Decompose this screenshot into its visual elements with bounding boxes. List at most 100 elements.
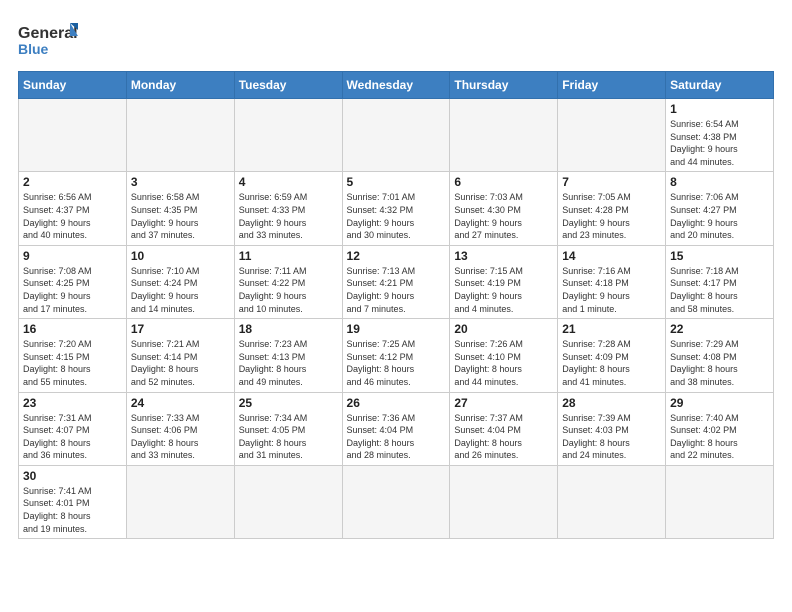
weekday-header-row: Sunday Monday Tuesday Wednesday Thursday… bbox=[19, 72, 774, 99]
calendar-day bbox=[234, 99, 342, 172]
day-info: Sunrise: 7:11 AM Sunset: 4:22 PM Dayligh… bbox=[239, 265, 338, 315]
calendar-day: 29 Sunrise: 7:40 AM Sunset: 4:02 PM Dayli… bbox=[666, 392, 774, 465]
calendar-day: 20 Sunrise: 7:26 AM Sunset: 4:10 PM Dayli… bbox=[450, 319, 558, 392]
day-number: 16 bbox=[23, 322, 122, 336]
day-number: 23 bbox=[23, 396, 122, 410]
day-info: Sunrise: 7:01 AM Sunset: 4:32 PM Dayligh… bbox=[347, 191, 446, 241]
calendar-day: 17Sunrise: 7:21 AM Sunset: 4:14 PM Dayli… bbox=[126, 319, 234, 392]
calendar-day: 12 Sunrise: 7:13 AM Sunset: 4:21 PM Dayli… bbox=[342, 245, 450, 318]
day-info: Sunrise: 7:26 AM Sunset: 4:10 PM Dayligh… bbox=[454, 338, 553, 388]
calendar-day: 10 Sunrise: 7:10 AM Sunset: 4:24 PM Dayli… bbox=[126, 245, 234, 318]
calendar-day bbox=[19, 99, 127, 172]
calendar-day: 2Sunrise: 6:56 AM Sunset: 4:37 PM Daylig… bbox=[19, 172, 127, 245]
page: General Blue Sunday Monday Tuesday Wedne… bbox=[0, 0, 792, 612]
day-number: 10 bbox=[131, 249, 230, 263]
day-info: Sunrise: 7:25 AM Sunset: 4:12 PM Dayligh… bbox=[347, 338, 446, 388]
calendar-day: 7 Sunrise: 7:05 AM Sunset: 4:28 PM Daylig… bbox=[558, 172, 666, 245]
day-number: 12 bbox=[347, 249, 446, 263]
day-info: Sunrise: 7:23 AM Sunset: 4:13 PM Dayligh… bbox=[239, 338, 338, 388]
calendar-day: 18 Sunrise: 7:23 AM Sunset: 4:13 PM Dayli… bbox=[234, 319, 342, 392]
day-info: Sunrise: 7:28 AM Sunset: 4:09 PM Dayligh… bbox=[562, 338, 661, 388]
header-saturday: Saturday bbox=[666, 72, 774, 99]
day-info: Sunrise: 7:08 AM Sunset: 4:25 PM Dayligh… bbox=[23, 265, 122, 315]
day-info: Sunrise: 7:05 AM Sunset: 4:28 PM Dayligh… bbox=[562, 191, 661, 241]
calendar-day bbox=[558, 99, 666, 172]
calendar-day: 27Sunrise: 7:37 AM Sunset: 4:04 PM Dayli… bbox=[450, 392, 558, 465]
calendar-day bbox=[558, 465, 666, 538]
day-number: 25 bbox=[239, 396, 338, 410]
calendar-day: 8Sunrise: 7:06 AM Sunset: 4:27 PM Daylig… bbox=[666, 172, 774, 245]
day-number: 3 bbox=[131, 175, 230, 189]
calendar-table: Sunday Monday Tuesday Wednesday Thursday… bbox=[18, 71, 774, 539]
day-info: Sunrise: 7:37 AM Sunset: 4:04 PM Dayligh… bbox=[454, 412, 553, 462]
day-info: Sunrise: 7:39 AM Sunset: 4:03 PM Dayligh… bbox=[562, 412, 661, 462]
calendar-day: 4Sunrise: 6:59 AM Sunset: 4:33 PM Daylig… bbox=[234, 172, 342, 245]
day-number: 15 bbox=[670, 249, 769, 263]
calendar-day: 5 Sunrise: 7:01 AM Sunset: 4:32 PM Daylig… bbox=[342, 172, 450, 245]
day-number: 6 bbox=[454, 175, 553, 189]
day-info: Sunrise: 7:06 AM Sunset: 4:27 PM Dayligh… bbox=[670, 191, 769, 241]
day-number: 22 bbox=[670, 322, 769, 336]
calendar-day bbox=[234, 465, 342, 538]
day-info: Sunrise: 7:29 AM Sunset: 4:08 PM Dayligh… bbox=[670, 338, 769, 388]
day-info: Sunrise: 7:10 AM Sunset: 4:24 PM Dayligh… bbox=[131, 265, 230, 315]
day-info: Sunrise: 7:33 AM Sunset: 4:06 PM Dayligh… bbox=[131, 412, 230, 462]
calendar-day: 30 Sunrise: 7:41 AM Sunset: 4:01 PM Dayli… bbox=[19, 465, 127, 538]
day-number: 20 bbox=[454, 322, 553, 336]
day-number: 7 bbox=[562, 175, 661, 189]
day-number: 24 bbox=[131, 396, 230, 410]
calendar-day: 13Sunrise: 7:15 AM Sunset: 4:19 PM Dayli… bbox=[450, 245, 558, 318]
calendar-day: 14 Sunrise: 7:16 AM Sunset: 4:18 PM Dayli… bbox=[558, 245, 666, 318]
calendar-day: 11Sunrise: 7:11 AM Sunset: 4:22 PM Dayli… bbox=[234, 245, 342, 318]
calendar-day bbox=[450, 465, 558, 538]
calendar-day bbox=[450, 99, 558, 172]
calendar-day: 26 Sunrise: 7:36 AM Sunset: 4:04 PM Dayli… bbox=[342, 392, 450, 465]
calendar-day: 3 Sunrise: 6:58 AM Sunset: 4:35 PM Daylig… bbox=[126, 172, 234, 245]
day-info: Sunrise: 7:40 AM Sunset: 4:02 PM Dayligh… bbox=[670, 412, 769, 462]
day-info: Sunrise: 7:03 AM Sunset: 4:30 PM Dayligh… bbox=[454, 191, 553, 241]
day-number: 29 bbox=[670, 396, 769, 410]
svg-text:General: General bbox=[18, 25, 78, 42]
header-sunday: Sunday bbox=[19, 72, 127, 99]
calendar-day: 9Sunrise: 7:08 AM Sunset: 4:25 PM Daylig… bbox=[19, 245, 127, 318]
day-number: 5 bbox=[347, 175, 446, 189]
day-info: Sunrise: 6:54 AM Sunset: 4:38 PM Dayligh… bbox=[670, 118, 769, 168]
day-info: Sunrise: 7:31 AM Sunset: 4:07 PM Dayligh… bbox=[23, 412, 122, 462]
calendar-day bbox=[342, 465, 450, 538]
svg-text:Blue: Blue bbox=[18, 41, 49, 57]
day-info: Sunrise: 7:21 AM Sunset: 4:14 PM Dayligh… bbox=[131, 338, 230, 388]
calendar-day bbox=[126, 465, 234, 538]
calendar-day: 19 Sunrise: 7:25 AM Sunset: 4:12 PM Dayli… bbox=[342, 319, 450, 392]
header-monday: Monday bbox=[126, 72, 234, 99]
day-info: Sunrise: 7:34 AM Sunset: 4:05 PM Dayligh… bbox=[239, 412, 338, 462]
calendar-day: 25 Sunrise: 7:34 AM Sunset: 4:05 PM Dayli… bbox=[234, 392, 342, 465]
day-number: 30 bbox=[23, 469, 122, 483]
calendar-day: 24 Sunrise: 7:33 AM Sunset: 4:06 PM Dayli… bbox=[126, 392, 234, 465]
day-info: Sunrise: 7:15 AM Sunset: 4:19 PM Dayligh… bbox=[454, 265, 553, 315]
day-info: Sunrise: 7:36 AM Sunset: 4:04 PM Dayligh… bbox=[347, 412, 446, 462]
day-number: 18 bbox=[239, 322, 338, 336]
day-info: Sunrise: 7:18 AM Sunset: 4:17 PM Dayligh… bbox=[670, 265, 769, 315]
day-number: 26 bbox=[347, 396, 446, 410]
day-info: Sunrise: 6:58 AM Sunset: 4:35 PM Dayligh… bbox=[131, 191, 230, 241]
day-info: Sunrise: 7:16 AM Sunset: 4:18 PM Dayligh… bbox=[562, 265, 661, 315]
header: General Blue bbox=[18, 18, 774, 63]
calendar-day: 23 Sunrise: 7:31 AM Sunset: 4:07 PM Dayli… bbox=[19, 392, 127, 465]
day-info: Sunrise: 6:56 AM Sunset: 4:37 PM Dayligh… bbox=[23, 191, 122, 241]
header-tuesday: Tuesday bbox=[234, 72, 342, 99]
day-number: 19 bbox=[347, 322, 446, 336]
calendar-day: 21 Sunrise: 7:28 AM Sunset: 4:09 PM Dayli… bbox=[558, 319, 666, 392]
calendar-day: 15 Sunrise: 7:18 AM Sunset: 4:17 PM Dayli… bbox=[666, 245, 774, 318]
day-info: Sunrise: 7:20 AM Sunset: 4:15 PM Dayligh… bbox=[23, 338, 122, 388]
day-number: 21 bbox=[562, 322, 661, 336]
calendar-day: 6 Sunrise: 7:03 AM Sunset: 4:30 PM Daylig… bbox=[450, 172, 558, 245]
header-friday: Friday bbox=[558, 72, 666, 99]
calendar-day bbox=[342, 99, 450, 172]
calendar-day: 28Sunrise: 7:39 AM Sunset: 4:03 PM Dayli… bbox=[558, 392, 666, 465]
calendar-day: 22 Sunrise: 7:29 AM Sunset: 4:08 PM Dayli… bbox=[666, 319, 774, 392]
day-number: 14 bbox=[562, 249, 661, 263]
day-info: Sunrise: 7:41 AM Sunset: 4:01 PM Dayligh… bbox=[23, 485, 122, 535]
logo: General Blue bbox=[18, 18, 78, 63]
day-info: Sunrise: 7:13 AM Sunset: 4:21 PM Dayligh… bbox=[347, 265, 446, 315]
header-wednesday: Wednesday bbox=[342, 72, 450, 99]
